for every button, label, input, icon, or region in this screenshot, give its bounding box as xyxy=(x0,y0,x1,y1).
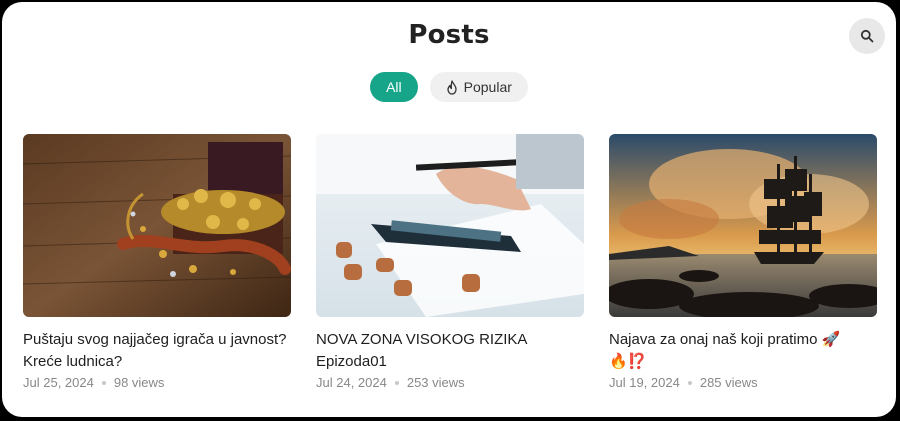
post-title[interactable]: Najava za onaj naš koji pratimo 🚀🔥⁉️ xyxy=(609,329,877,373)
post-card[interactable]: Puštaju svog najjačeg igrača u javnost? … xyxy=(23,134,291,390)
post-views: 285 views xyxy=(699,375,758,390)
post-title[interactable]: Puštaju svog najjačeg igrača u javnost? … xyxy=(23,329,291,373)
post-thumbnail[interactable] xyxy=(316,134,584,317)
post-title[interactable]: NOVA ZONA VISOKOG RIZIKA Epizoda01 xyxy=(316,329,584,373)
calculator-coins-image xyxy=(316,134,584,317)
app-window: Posts All Popular Puštaju svog najjačeg … xyxy=(2,2,896,417)
post-thumbnail[interactable] xyxy=(609,134,877,317)
separator-dot xyxy=(687,380,692,385)
post-thumbnail[interactable] xyxy=(23,134,291,317)
post-date: Jul 24, 2024 xyxy=(316,375,387,390)
flame-icon xyxy=(446,79,457,95)
separator-dot xyxy=(101,380,106,385)
post-date: Jul 25, 2024 xyxy=(23,375,94,390)
post-grid: Puštaju svog najjačeg igrača u javnost? … xyxy=(23,134,877,390)
post-card[interactable]: Najava za onaj naš koji pratimo 🚀🔥⁉️ Jul… xyxy=(609,134,877,390)
post-views: 253 views xyxy=(406,375,465,390)
post-card[interactable]: NOVA ZONA VISOKOG RIZIKA Epizoda01 Jul 2… xyxy=(316,134,584,390)
treasure-chest-image xyxy=(23,134,291,317)
tab-all-label: All xyxy=(386,79,402,95)
post-views: 98 views xyxy=(113,375,165,390)
filter-tabs: All Popular xyxy=(2,72,896,102)
post-date: Jul 19, 2024 xyxy=(609,375,680,390)
page-title: Posts xyxy=(408,20,490,50)
post-meta: Jul 24, 2024 253 views xyxy=(316,375,584,390)
tab-all[interactable]: All xyxy=(370,72,418,102)
search-icon xyxy=(860,29,874,43)
pirate-ship-sunset-image xyxy=(609,134,877,317)
tab-popular[interactable]: Popular xyxy=(429,72,528,102)
tab-popular-label: Popular xyxy=(463,79,512,95)
post-meta: Jul 19, 2024 285 views xyxy=(609,375,877,390)
separator-dot xyxy=(394,380,399,385)
search-button[interactable] xyxy=(849,18,885,54)
post-meta: Jul 25, 2024 98 views xyxy=(23,375,291,390)
